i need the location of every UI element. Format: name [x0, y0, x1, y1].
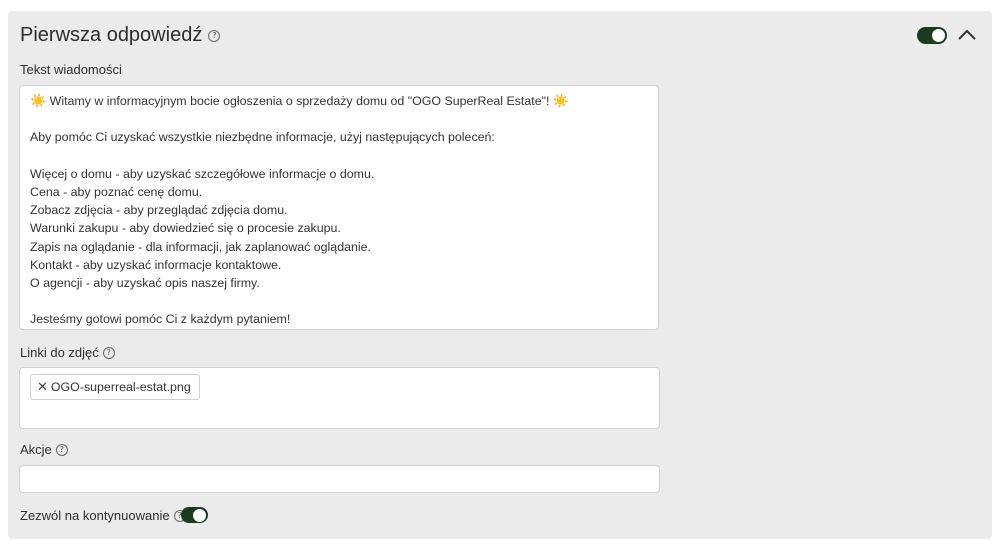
message-line-text: Witamy w informacyjnym bocie ogłoszenia … — [46, 94, 553, 108]
photo-links-label-text: Linki do zdjęć — [20, 345, 99, 360]
help-icon[interactable]: ? — [208, 29, 221, 42]
remove-tag-close-icon[interactable]: ✕ — [37, 379, 48, 395]
help-icon[interactable]: ? — [55, 443, 68, 456]
message-line: Jesteśmy gotowi pomóc Ci z każdym pytani… — [30, 310, 648, 328]
message-line — [30, 292, 648, 310]
photo-tag-label: OGO-superreal-estat.png — [50, 380, 191, 394]
photo-links-input[interactable]: ✕ OGO-superreal-estat.png — [19, 367, 660, 429]
message-line-text: Aby pomóc Ci uzyskać wszystkie niezbędne… — [30, 130, 495, 145]
collapse-chevron-up-icon[interactable] — [958, 28, 976, 40]
message-line: Kontakt - aby uzyskać informacje kontakt… — [30, 256, 648, 274]
message-line-text: Cena - aby poznać cenę domu. — [30, 184, 203, 199]
message-line: ☀️ Witamy w informacyjnym bocie ogłoszen… — [30, 92, 648, 110]
sun-emoji-icon: ☀️ — [30, 93, 47, 108]
message-line: Więcej o domu - aby uzyskać szczegółowe … — [30, 165, 648, 183]
section-title: Pierwsza odpowiedź — [20, 24, 203, 46]
allow-continue-toggle[interactable] — [181, 507, 208, 523]
message-line: Aby pomóc Ci uzyskać wszystkie niezbędne… — [30, 128, 648, 146]
message-label-text: Tekst wiadomości — [20, 62, 122, 77]
allow-continue-label: Zezwól na kontynuowanie ? — [20, 508, 186, 523]
photo-links-label: Linki do zdjęć ? — [20, 345, 115, 360]
help-icon[interactable]: ? — [102, 346, 115, 359]
message-line-text: Zapis na oglądanie - dla informacji, jak… — [30, 239, 371, 254]
message-line — [30, 110, 648, 128]
section-enabled-toggle[interactable] — [917, 27, 947, 44]
photo-tag: ✕ OGO-superreal-estat.png — [30, 374, 200, 400]
message-line — [30, 147, 648, 165]
message-line-text: Zobacz zdjęcia - aby przeglądać zdjęcia … — [30, 203, 288, 218]
message-line: Zapis na oglądanie - dla informacji, jak… — [30, 238, 648, 256]
message-line-text: Jesteśmy gotowi pomóc Ci z każdym pytani… — [30, 312, 291, 327]
actions-label: Akcje ? — [20, 442, 68, 457]
message-label: Tekst wiadomości — [20, 62, 122, 77]
actions-input[interactable] — [19, 465, 660, 493]
message-line-text: Więcej o domu - aby uzyskać szczegółowe … — [30, 166, 375, 181]
sun-emoji-icon: ☀️ — [552, 93, 570, 108]
section-header: Pierwsza odpowiedź ? — [20, 24, 221, 47]
message-line-text: O agencji - aby uzyskać opis naszej firm… — [30, 276, 260, 290]
message-line: O agencji - aby uzyskać opis naszej firm… — [30, 274, 648, 292]
message-line-text: Warunki zakupu - aby dowiedzieć się o pr… — [30, 221, 341, 236]
actions-label-text: Akcje — [20, 442, 52, 457]
message-line-text: Kontakt - aby uzyskać informacje kontakt… — [30, 257, 282, 272]
message-textarea[interactable]: ☀️ Witamy w informacyjnym bocie ogłoszen… — [19, 85, 659, 330]
allow-continue-label-text: Zezwól na kontynuowanie — [20, 508, 170, 523]
message-line: Zobacz zdjęcia - aby przeglądać zdjęcia … — [30, 201, 648, 219]
message-line: Cena - aby poznać cenę domu. — [30, 183, 648, 201]
message-line: Warunki zakupu - aby dowiedzieć się o pr… — [30, 219, 648, 237]
